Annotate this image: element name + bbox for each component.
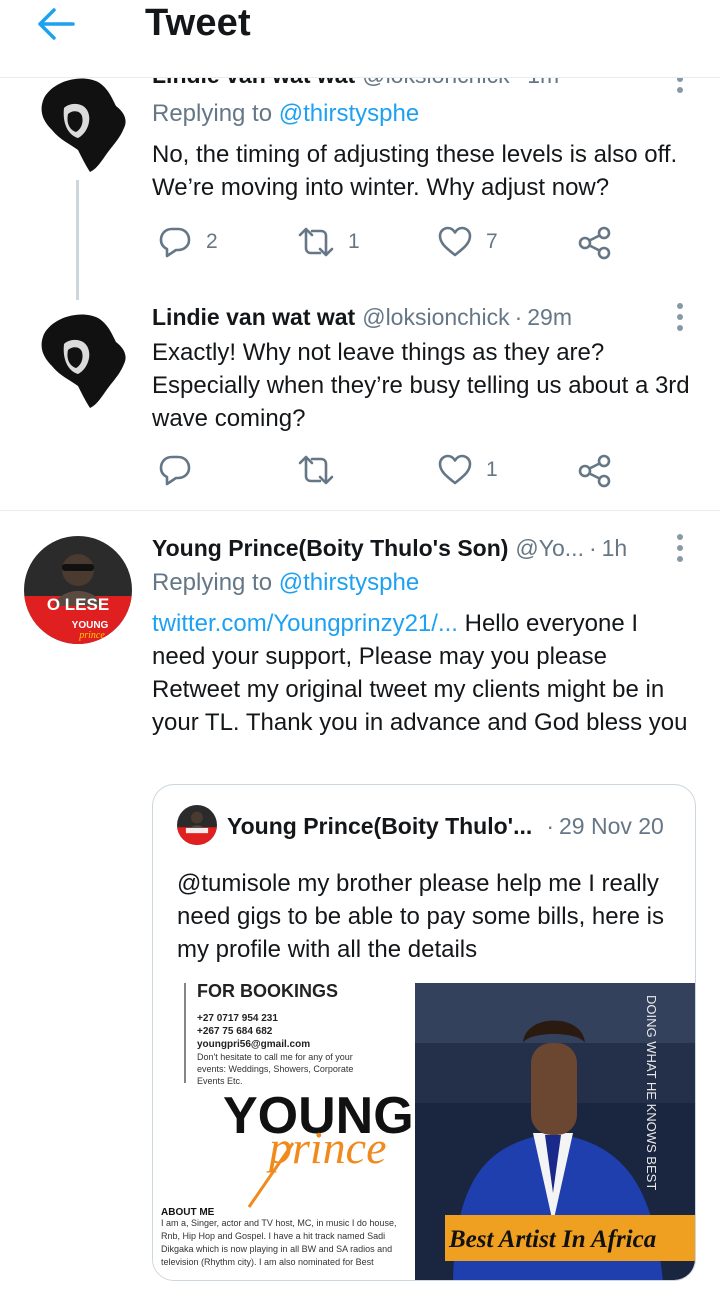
like-button[interactable]: 1 bbox=[438, 454, 498, 486]
retweet-button[interactable]: 1 bbox=[298, 226, 360, 258]
share-icon bbox=[578, 226, 611, 260]
africa-portrait-avatar-icon bbox=[24, 68, 132, 176]
quoted-author-name: Young Prince(Boity Thulo'... bbox=[227, 813, 533, 839]
flyer-banner: Best Artist In Africa bbox=[448, 1226, 656, 1253]
author-name[interactable]: Young Prince(Boity Thulo's Son) bbox=[152, 535, 508, 562]
page-title: Tweet bbox=[145, 2, 251, 44]
quoted-media-image[interactable]: FOR BOOKINGS +27 0717 954 231 +267 75 68… bbox=[153, 981, 695, 1280]
quoted-avatar bbox=[177, 805, 217, 845]
separator-dot: · bbox=[546, 813, 554, 839]
like-button[interactable]: 7 bbox=[438, 226, 498, 258]
tweet-time[interactable]: 1h bbox=[602, 535, 628, 562]
like-count: 7 bbox=[486, 230, 498, 253]
separator-dot: · bbox=[514, 304, 523, 330]
back-arrow-icon bbox=[38, 8, 75, 40]
quoted-author-row: Young Prince(Boity Thulo'... · 29 Nov 20 bbox=[227, 813, 664, 840]
tweet-text: twitter.com/Youngprinzy21/... Hello ever… bbox=[152, 610, 688, 736]
flyer-about-text: I am a, Singer, actor and TV host, MC, i… bbox=[161, 1218, 397, 1267]
reply-icon bbox=[159, 227, 191, 258]
avatar[interactable] bbox=[24, 68, 132, 176]
africa-portrait-avatar-icon bbox=[24, 304, 132, 412]
heart-icon bbox=[438, 454, 472, 485]
flyer-brand-script: prince bbox=[266, 1122, 387, 1173]
like-count: 1 bbox=[486, 458, 498, 481]
reply-count: 2 bbox=[206, 230, 218, 253]
quoted-tweet-card[interactable]: Young Prince(Boity Thulo'... · 29 Nov 20… bbox=[152, 784, 696, 1281]
promo-flyer-image: FOR BOOKINGS +27 0717 954 231 +267 75 68… bbox=[153, 981, 695, 1280]
top-app-bar: Tweet bbox=[0, 0, 720, 78]
flyer-note: Don't hesitate to call me for any of you… bbox=[197, 1052, 354, 1086]
tweet-time[interactable]: 29m bbox=[527, 304, 572, 331]
reply-icon bbox=[159, 455, 191, 486]
more-options-button[interactable] bbox=[668, 300, 692, 334]
avatar-text-line3: prince bbox=[78, 630, 105, 641]
avatar[interactable]: O LESE YOUNG prince bbox=[24, 536, 132, 644]
retweet-button[interactable] bbox=[298, 454, 334, 486]
separator-dot: · bbox=[588, 535, 597, 561]
flyer-phone-2: +267 75 684 682 bbox=[197, 1026, 273, 1037]
author-name[interactable]: Lindie van wat wat bbox=[152, 304, 355, 331]
retweet-count: 1 bbox=[348, 230, 360, 253]
author-handle[interactable]: @loksionchick bbox=[362, 304, 509, 331]
tweet-author-row: Lindie van wat wat @loksionchick · 29m bbox=[152, 304, 572, 331]
tweet-text: Exactly! Why not leave things as they ar… bbox=[152, 339, 690, 432]
share-button[interactable] bbox=[578, 226, 612, 260]
mention-link[interactable]: @thirstysphe bbox=[279, 100, 419, 127]
tweet-link[interactable]: twitter.com/Youngprinzy21/... bbox=[152, 610, 458, 637]
replying-to: Replying to @thirstysphe bbox=[152, 100, 420, 127]
replying-to: Replying to @thirstysphe bbox=[152, 569, 420, 596]
retweet-icon bbox=[298, 455, 334, 485]
back-button[interactable] bbox=[34, 4, 78, 44]
reply-button[interactable]: 2 bbox=[158, 226, 218, 258]
tweet-reply-2[interactable]: Lindie van wat wat @loksionchick · 29m E… bbox=[0, 280, 720, 510]
flyer-vertical-text: DOING WHAT HE KNOWS BEST bbox=[644, 995, 659, 1190]
avatar[interactable] bbox=[24, 304, 132, 412]
share-icon bbox=[578, 454, 611, 488]
young-prince-avatar-icon bbox=[177, 805, 217, 845]
share-button[interactable] bbox=[578, 454, 612, 488]
flyer-phone-1: +27 0717 954 231 bbox=[197, 1013, 278, 1024]
quoted-time: 29 Nov 20 bbox=[558, 813, 664, 839]
more-options-button[interactable] bbox=[668, 531, 692, 565]
flyer-email: youngpri56@gmail.com bbox=[197, 1039, 310, 1050]
thread-line bbox=[76, 280, 79, 294]
young-prince-avatar-icon: O LESE YOUNG prince bbox=[24, 536, 132, 644]
mention-link[interactable]: @thirstysphe bbox=[279, 569, 419, 596]
avatar-text-line1: O LESE bbox=[47, 595, 109, 614]
flyer-heading: FOR BOOKINGS bbox=[197, 983, 338, 1001]
reply-button[interactable] bbox=[158, 454, 192, 486]
retweet-icon bbox=[298, 227, 334, 257]
tweet-text: No, the timing of adjusting these levels… bbox=[152, 141, 678, 201]
quoted-text: @tumisole my brother please help me I re… bbox=[177, 870, 664, 963]
heart-icon bbox=[438, 226, 472, 257]
author-handle[interactable]: @Yo... bbox=[515, 535, 584, 562]
tweet-author-row: Young Prince(Boity Thulo's Son) @Yo... ·… bbox=[152, 535, 627, 562]
